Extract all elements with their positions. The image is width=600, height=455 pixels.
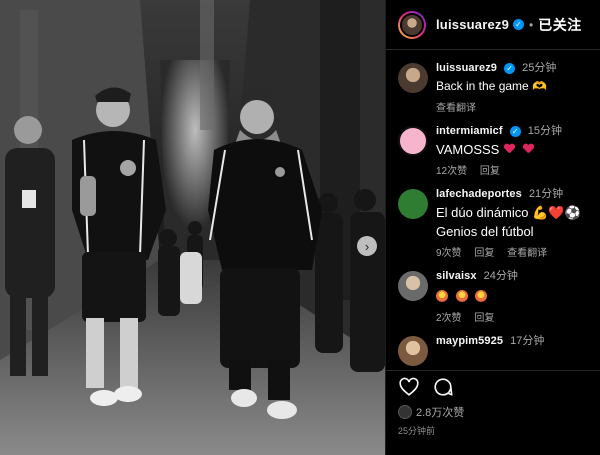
liker-avatar [398,405,412,419]
likes-summary[interactable]: 2.8万次赞 [398,404,464,420]
comment-bubble-icon[interactable] [432,376,454,398]
fire-emoji-icon [436,290,448,302]
comment-list[interactable]: luissuarez9 ✓ 25分钟 Back in the game 🫶 查看… [386,51,600,369]
comment-username[interactable]: maypim5925 [436,335,503,347]
follow-state-button[interactable]: 已关注 [538,15,582,35]
comment-username[interactable]: luissuarez9 [436,62,497,74]
like-count[interactable]: 2次赞 [436,313,462,324]
verified-badge-icon: ✓ [513,19,525,30]
avatar[interactable] [398,10,426,39]
avatar[interactable] [398,126,428,156]
like-count[interactable]: 9次赞 [436,248,462,259]
avatar[interactable] [398,336,428,366]
list-item: maypim5925 17分钟 [386,324,600,366]
list-item: silvaisx 24分钟 2次赞 回复 [386,259,600,324]
like-count[interactable]: 12次赞 [436,166,467,177]
see-translation-link[interactable]: 查看翻译 [436,103,476,114]
verified-badge-icon: ✓ [504,62,516,74]
heart-outline-icon[interactable] [398,376,420,398]
comment-time: 25分钟 [522,62,557,74]
avatar[interactable] [398,63,428,93]
heart-emoji-icon [523,144,534,154]
see-translation-link[interactable]: 查看翻译 [507,248,547,259]
comment-text-line2: Genios del fútbol [436,224,534,239]
comment-username[interactable]: lafechadeportes [436,188,522,200]
comment-time: 15分钟 [527,125,562,137]
comment-time: 24分钟 [483,270,518,282]
list-item: intermiamicf ✓ 15分钟 VAMOSSS 12次赞 回复 [386,114,600,177]
chevron-right-icon[interactable]: › [357,236,377,256]
header-username[interactable]: luissuarez9 [436,17,509,32]
header-separator: • [529,17,534,32]
fire-emoji-icon [455,290,468,302]
caption-comment: luissuarez9 ✓ 25分钟 Back in the game 🫶 查看… [386,51,600,114]
comment-text: VAMOSSS [436,142,500,157]
reply-link[interactable]: 回复 [480,166,500,177]
comment-text: El dúo dinámico 💪❤️⚽ [436,205,581,220]
comment-text: Back in the game 🫶 [436,79,547,93]
comment-username[interactable]: intermiamicf [436,125,503,137]
list-item: lafechadeportes 21分钟 El dúo dinámico 💪❤️… [386,177,600,259]
comment-username[interactable]: silvaisx [436,270,477,282]
avatar[interactable] [398,271,428,301]
post-photo[interactable]: › [0,0,385,455]
post-actions-bar [386,370,600,402]
reply-link[interactable]: 回复 [474,313,494,324]
instagram-post-viewer: › luissuarez9 ✓ • 已关注 luissuarez9 ✓ 25分钟 [0,0,600,455]
comment-time: 21分钟 [528,188,564,200]
likes-count[interactable]: 2.8万次赞 [416,404,464,420]
heart-emoji-icon [504,144,515,154]
photo-illustration [0,0,385,455]
reply-link[interactable]: 回复 [474,248,494,259]
fire-emoji-icon [475,290,488,302]
post-timestamp: 25分钟前 [398,426,436,436]
avatar[interactable] [398,189,428,219]
post-header: luissuarez9 ✓ • 已关注 [386,0,600,50]
verified-badge-icon: ✓ [509,125,521,137]
post-side-panel: luissuarez9 ✓ • 已关注 luissuarez9 ✓ 25分钟 B… [385,0,600,455]
comment-time: 17分钟 [510,335,545,347]
